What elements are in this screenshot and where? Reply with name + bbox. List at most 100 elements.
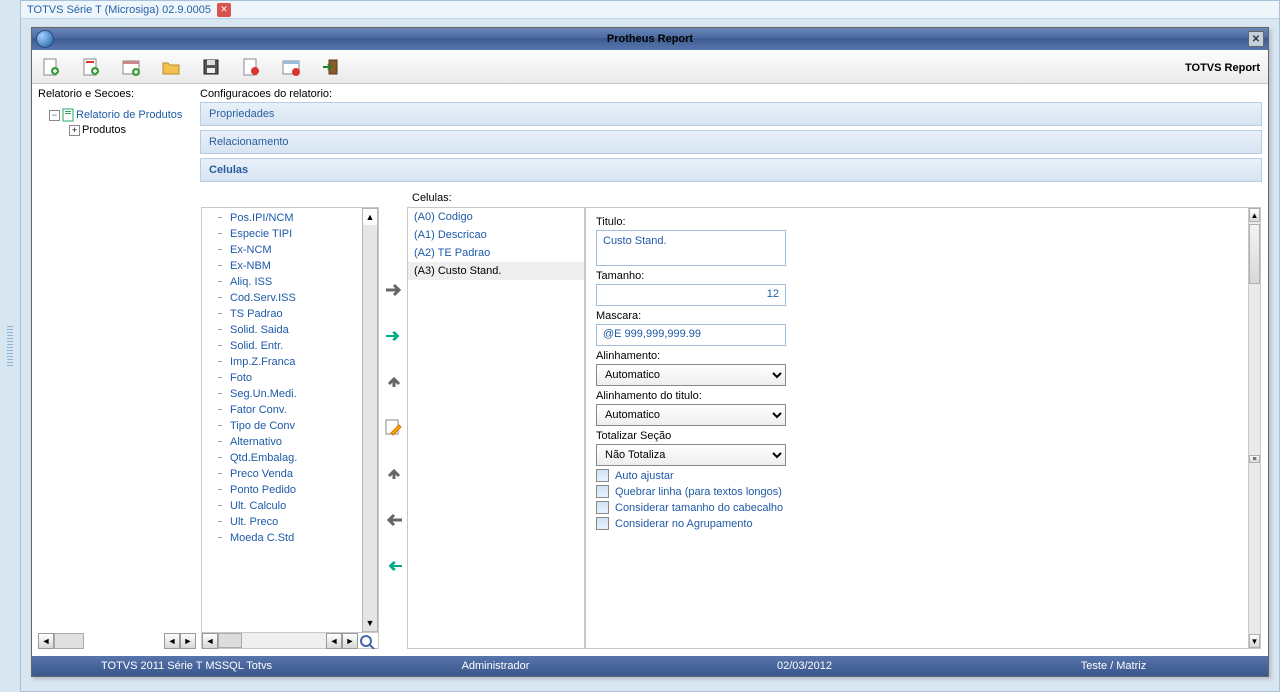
status-user: Administrador — [341, 660, 650, 672]
move-up-button[interactable] — [383, 371, 405, 393]
fields-hscroll[interactable]: ◄ ◄ ► — [202, 632, 378, 648]
side-collapse-handle[interactable] — [0, 0, 20, 692]
mascara-input[interactable]: @E 999,999,999.99 — [596, 324, 786, 346]
tamanho-input[interactable]: 12 — [596, 284, 786, 306]
chk-cabecalho-label: Considerar tamanho do cabecalho — [615, 502, 783, 514]
schedule-icon[interactable] — [280, 57, 302, 77]
field-item[interactable]: Moeda C.Std — [206, 530, 358, 546]
new-report-icon[interactable] — [40, 57, 62, 77]
calendar-icon[interactable] — [120, 57, 142, 77]
edit-button[interactable] — [383, 417, 405, 439]
add-all-button[interactable] — [383, 325, 405, 347]
remove-all-button[interactable] — [383, 555, 405, 577]
form-scroll-down-icon[interactable]: ▼ — [1249, 634, 1260, 648]
field-item[interactable]: Pos.IPI/NCM — [206, 210, 358, 226]
field-item[interactable]: TS Padrao — [206, 306, 358, 322]
tree-root-label: Relatorio de Produtos — [76, 109, 182, 121]
tree-root[interactable]: − Relatorio de Produtos — [41, 107, 193, 123]
field-item[interactable]: Cod.Serv.ISS — [206, 290, 358, 306]
cell-a2[interactable]: (A2) TE Padrao — [408, 244, 584, 262]
expander-plus-icon[interactable]: + — [69, 125, 80, 136]
celulas-list-label: Celulas: — [412, 192, 1262, 204]
cell-a0[interactable]: (A0) Codigo — [408, 208, 584, 226]
form-scroll-thumb[interactable] — [1249, 224, 1260, 284]
window-close-icon[interactable]: ✕ — [1248, 31, 1264, 47]
tree-hscroll-left[interactable]: ◄ — [38, 633, 54, 649]
form-vscroll[interactable]: ▲ ≡ ▼ — [1248, 208, 1260, 648]
cell-a1[interactable]: (A1) Descricao — [408, 226, 584, 244]
properties-icon[interactable] — [240, 57, 262, 77]
chk-quebrar-linha[interactable] — [596, 485, 609, 498]
tree-child-label: Produtos — [82, 124, 126, 136]
field-item[interactable]: Especie TIPI — [206, 226, 358, 242]
tab-close-icon[interactable]: ✕ — [217, 3, 231, 17]
field-item[interactable]: Ult. Preco — [206, 514, 358, 530]
section-celulas[interactable]: Celulas — [200, 158, 1262, 182]
move-down-button[interactable] — [383, 463, 405, 485]
tree-child[interactable]: + Produtos — [41, 123, 193, 137]
chk-auto-ajustar[interactable] — [596, 469, 609, 482]
field-item[interactable]: Alternativo — [206, 434, 358, 450]
field-item[interactable]: Ponto Pedido — [206, 482, 358, 498]
field-item[interactable]: Qtd.Embalag. — [206, 450, 358, 466]
search-icon[interactable] — [358, 633, 378, 650]
cell-a3[interactable]: (A3) Custo Stand. — [408, 262, 584, 280]
scroll-down-icon[interactable]: ▼ — [363, 615, 377, 631]
totalizar-label: Totalizar Seção — [596, 430, 1250, 442]
field-item[interactable]: Seg.Un.Medi. — [206, 386, 358, 402]
hscroll-left-icon[interactable]: ◄ — [202, 633, 218, 649]
window-title: Protheus Report — [607, 33, 693, 45]
new-section-icon[interactable] — [80, 57, 102, 77]
right-panel-label: Configuracoes do relatorio: — [200, 88, 1262, 100]
status-date: 02/03/2012 — [650, 660, 959, 672]
chk-agrup-label: Considerar no Agrupamento — [615, 518, 753, 530]
chk-cabecalho[interactable] — [596, 501, 609, 514]
field-item[interactable]: Imp.Z.Franca — [206, 354, 358, 370]
app-tab[interactable]: TOTVS Série T (Microsiga) 02.9.0005 ✕ — [27, 3, 231, 17]
field-item[interactable]: Solid. Entr. — [206, 338, 358, 354]
app-orb-icon[interactable] — [36, 30, 54, 48]
field-item[interactable]: Ex-NBM — [206, 258, 358, 274]
tamanho-label: Tamanho: — [596, 270, 1250, 282]
field-item[interactable]: Solid. Saida — [206, 322, 358, 338]
field-item[interactable]: Ult. Calculo — [206, 498, 358, 514]
scroll-up-icon[interactable]: ▲ — [363, 209, 377, 225]
alinhamento-titulo-select[interactable]: Automatico — [596, 404, 786, 426]
form-scroll-up-icon[interactable]: ▲ — [1249, 208, 1260, 222]
tree-hscroll-right-a[interactable]: ◄ — [164, 633, 180, 649]
section-relacionamento[interactable]: Relacionamento — [200, 130, 1262, 154]
field-item[interactable]: Tipo de Conv — [206, 418, 358, 434]
outer-window: TOTVS Série T (Microsiga) 02.9.0005 ✕ Pr… — [20, 0, 1280, 692]
left-panel-label: Relatorio e Secoes: — [38, 88, 196, 100]
form-scroll-mark: ≡ — [1249, 455, 1260, 463]
title-bar: Protheus Report ✕ — [32, 28, 1268, 50]
tree-hscroll-thumb[interactable] — [54, 633, 84, 649]
field-item[interactable]: Aliq. ISS — [206, 274, 358, 290]
field-item[interactable]: Foto — [206, 370, 358, 386]
selected-cells-list[interactable]: (A0) Codigo (A1) Descricao (A2) TE Padra… — [407, 207, 585, 649]
field-item[interactable]: Ex-NCM — [206, 242, 358, 258]
hscroll-left2-icon[interactable]: ◄ — [326, 633, 342, 649]
exit-icon[interactable] — [320, 57, 342, 77]
totalizar-select[interactable]: Não Totaliza — [596, 444, 786, 466]
status-env: Teste / Matriz — [959, 660, 1268, 672]
remove-button[interactable] — [383, 509, 405, 531]
section-propriedades[interactable]: Propriedades — [200, 102, 1262, 126]
titulo-label: Titulo: — [596, 216, 1250, 228]
save-icon[interactable] — [200, 57, 222, 77]
app-tab-title: TOTVS Série T (Microsiga) 02.9.0005 — [27, 4, 211, 16]
titulo-input[interactable]: Custo Stand. — [596, 230, 786, 266]
report-window: Protheus Report ✕ TOTVS Report Relatorio… — [31, 27, 1269, 677]
hscroll-right-icon[interactable]: ► — [342, 633, 358, 649]
field-item[interactable]: Preco Venda — [206, 466, 358, 482]
chk-agrupamento[interactable] — [596, 517, 609, 530]
tree-hscroll-right-b[interactable]: ► — [180, 633, 196, 649]
field-item[interactable]: Fator Conv. — [206, 402, 358, 418]
add-button[interactable] — [383, 279, 405, 301]
alinhamento-select[interactable]: Automatico — [596, 364, 786, 386]
available-fields-list[interactable]: Pos.IPI/NCMEspecie TIPIEx-NCMEx-NBMAliq.… — [202, 208, 362, 632]
open-folder-icon[interactable] — [160, 57, 182, 77]
chk-quebrar-label: Quebrar linha (para textos longos) — [615, 486, 782, 498]
fields-vscroll[interactable]: ▲ ▼ — [362, 208, 378, 632]
expander-minus-icon[interactable]: − — [49, 110, 60, 121]
